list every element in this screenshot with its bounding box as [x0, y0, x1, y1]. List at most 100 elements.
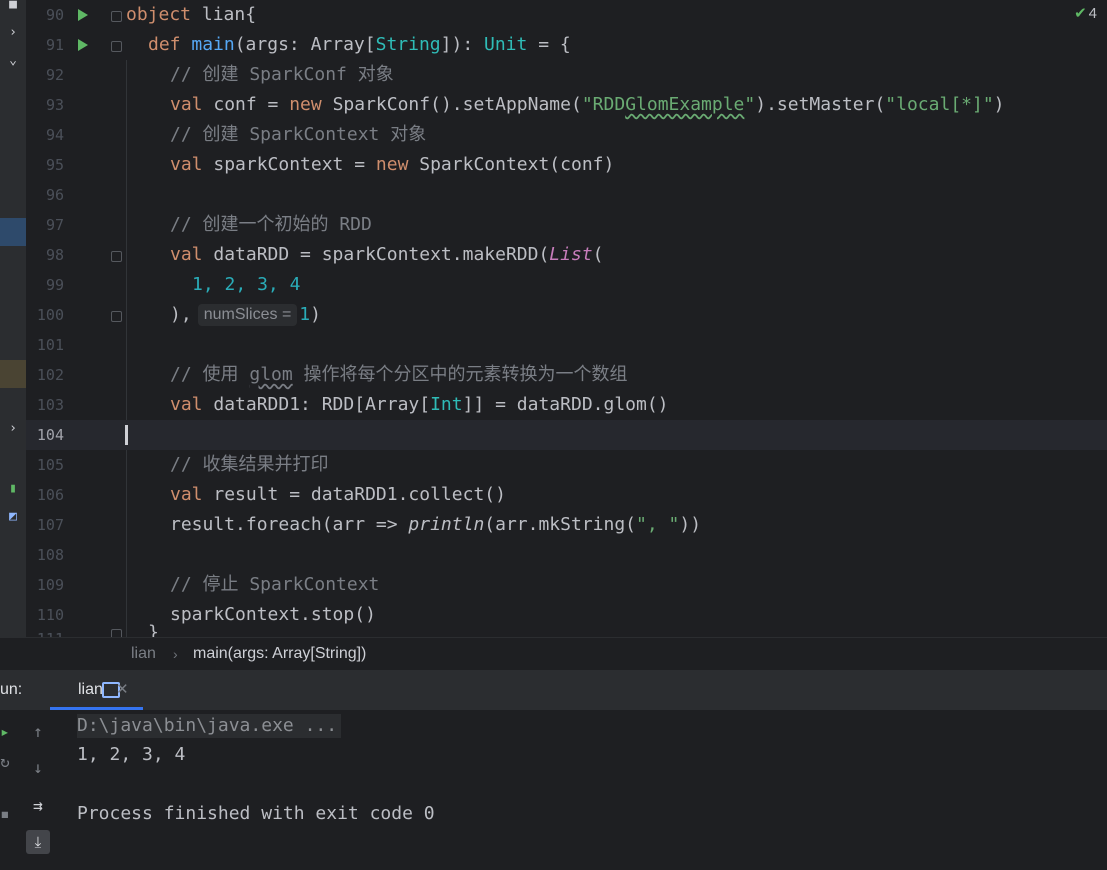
code-line[interactable]: 91 def main(args: Array[String]): Unit =… [0, 30, 1107, 60]
line-number: 106 [36, 486, 64, 504]
soft-wrap-icon[interactable]: ⇉ [28, 796, 48, 816]
line-number: 97 [45, 216, 64, 234]
breadcrumb: lian › main(args: Array[String]) [0, 637, 1107, 671]
code-text: result.foreach(arr => println(arr.mkStri… [170, 514, 702, 535]
code-line[interactable]: 92 // 创建 SparkConf 对象 [0, 60, 1107, 90]
console-exit-message: Process finished with exit code 0 [77, 803, 435, 824]
arrow-down-icon[interactable]: ↓ [28, 758, 48, 778]
code-line[interactable]: 96 [0, 180, 1107, 210]
run-icon[interactable] [78, 39, 88, 51]
code-comment: // 创建 SparkConf 对象 [170, 64, 394, 85]
code-line[interactable]: 102 // 使用 glom 操作将每个分区中的元素转换为一个数组 [0, 360, 1107, 390]
line-number: 102 [36, 366, 64, 384]
chevron-right-icon: › [173, 646, 178, 662]
bar-chart-icon[interactable]: ▮ [4, 480, 22, 498]
line-number: 107 [36, 516, 64, 534]
line-number: 95 [45, 156, 64, 174]
line-number: 105 [36, 456, 64, 474]
fold-icon[interactable] [111, 41, 122, 52]
breadcrumb-object[interactable]: lian [131, 638, 156, 670]
line-number: 98 [45, 246, 64, 264]
line-number: 104 [36, 426, 64, 444]
code-text: sparkContext.stop() [170, 604, 376, 625]
code-text: val dataRDD1: RDD[Array[Int]] = dataRDD.… [170, 394, 669, 415]
code-text: } [148, 622, 159, 637]
console-output: 1, 2, 3, 4 [77, 744, 186, 765]
fold-icon[interactable] [111, 251, 122, 262]
breadcrumb-method[interactable]: main(args: Array[String]) [193, 638, 366, 670]
line-number: 103 [36, 396, 64, 414]
arrow-up-icon[interactable]: ↑ [28, 722, 48, 742]
fold-icon[interactable] [111, 311, 122, 322]
code-line[interactable]: 109 // 停止 SparkContext [0, 570, 1107, 600]
code-line[interactable]: 93 val conf = new SparkConf().setAppName… [0, 90, 1107, 120]
code-line-current[interactable]: 104 [0, 420, 1107, 450]
check-icon: ✔ [1074, 5, 1087, 22]
run-panel-label: un: [0, 681, 23, 698]
code-line[interactable]: 106 val result = dataRDD1.collect() [0, 480, 1107, 510]
run-tab-label: lian [78, 681, 103, 698]
tree-selection[interactable] [0, 218, 26, 246]
left-tool-strip: ■ › ⌄ › ▮ ◩ [0, 0, 26, 670]
console-command: D:\java\bin\java.exe ... [77, 714, 342, 738]
chevron-right-icon[interactable]: › [4, 24, 22, 42]
code-line[interactable]: 94 // 创建 SparkContext 对象 [0, 120, 1107, 150]
rerun-icon[interactable]: ▸ [0, 722, 10, 742]
code-line[interactable]: 97 // 创建一个初始的 RDD [0, 210, 1107, 240]
code-line[interactable]: 111 } [0, 622, 1107, 637]
line-number: 108 [36, 546, 64, 564]
code-text: object lian{ [126, 4, 257, 25]
code-line[interactable]: 110 sparkContext.stop() [0, 600, 1107, 630]
chevron-right-icon[interactable]: › [4, 420, 22, 438]
line-number: 111 [26, 624, 64, 637]
code-text: val dataRDD = sparkContext.makeRDD(List( [170, 244, 604, 265]
code-editor[interactable]: 90 object lian{ 91 def main(args: Array[… [0, 0, 1107, 637]
tree-highlight[interactable] [0, 360, 26, 388]
code-comment: // 创建 SparkContext 对象 [170, 124, 427, 145]
line-number: 91 [45, 36, 64, 54]
close-icon[interactable]: ✕ [116, 670, 129, 710]
code-line[interactable]: 90 object lian{ [0, 0, 1107, 30]
restart-icon[interactable]: ↻ [0, 752, 10, 772]
image-icon[interactable]: ◩ [4, 508, 22, 526]
code-line[interactable]: 107 result.foreach(arr => println(arr.mk… [0, 510, 1107, 540]
chevron-down-icon[interactable]: ⌄ [4, 52, 22, 70]
code-line[interactable]: 103 val dataRDD1: RDD[Array[Int]] = data… [0, 390, 1107, 420]
code-comment: // 停止 SparkContext [170, 574, 380, 595]
line-number: 96 [45, 186, 64, 204]
code-comment: // 收集结果并打印 [170, 454, 329, 475]
run-toolbar: un: lian ✕ [0, 670, 1107, 710]
text-caret [125, 425, 128, 445]
line-number: 100 [36, 306, 64, 324]
line-number: 99 [45, 276, 64, 294]
code-text: val conf = new SparkConf().setAppName("R… [170, 94, 1005, 115]
code-line[interactable]: 98 val dataRDD = sparkContext.makeRDD(Li… [0, 240, 1107, 270]
file-icon[interactable]: ■ [4, 0, 22, 14]
inspection-status[interactable]: ✔ 4 [1074, 4, 1097, 22]
run-console[interactable]: ▸ ↻ ▪ ↑ ↓ ⇉ ⤓ D:\java\bin\java.exe ... 1… [0, 710, 1107, 870]
parameter-hint: numSlices = [197, 304, 298, 326]
stop-icon[interactable]: ▪ [0, 804, 10, 824]
fold-icon[interactable] [111, 629, 122, 637]
code-line[interactable]: 95 val sparkContext = new SparkContext(c… [0, 150, 1107, 180]
run-tab[interactable]: lian ✕ [50, 670, 143, 710]
line-number: 109 [36, 576, 64, 594]
fold-icon[interactable] [111, 11, 122, 22]
code-line[interactable]: 99 1, 2, 3, 4 [0, 270, 1107, 300]
code-text: 1, 2, 3, 4 [192, 274, 301, 295]
console-toolbar: ▸ ↻ ▪ ↑ ↓ ⇉ ⤓ [0, 710, 64, 870]
code-text: ), numSlices = 1) [170, 304, 321, 326]
scroll-to-end-icon[interactable]: ⤓ [26, 830, 50, 854]
code-comment: // 使用 glom 操作将每个分区中的元素转换为一个数组 [170, 364, 628, 385]
code-comment: // 创建一个初始的 RDD [170, 214, 372, 235]
line-number: 92 [45, 66, 64, 84]
line-number: 93 [45, 96, 64, 114]
run-icon[interactable] [78, 9, 88, 21]
code-line[interactable]: 100 ), numSlices = 1) [0, 300, 1107, 330]
line-number: 94 [45, 126, 64, 144]
code-text: val result = dataRDD1.collect() [170, 484, 506, 505]
code-line[interactable]: 101 [0, 330, 1107, 360]
code-line[interactable]: 108 [0, 540, 1107, 570]
code-line[interactable]: 105 // 收集结果并打印 [0, 450, 1107, 480]
code-text: val sparkContext = new SparkContext(conf… [170, 154, 615, 175]
